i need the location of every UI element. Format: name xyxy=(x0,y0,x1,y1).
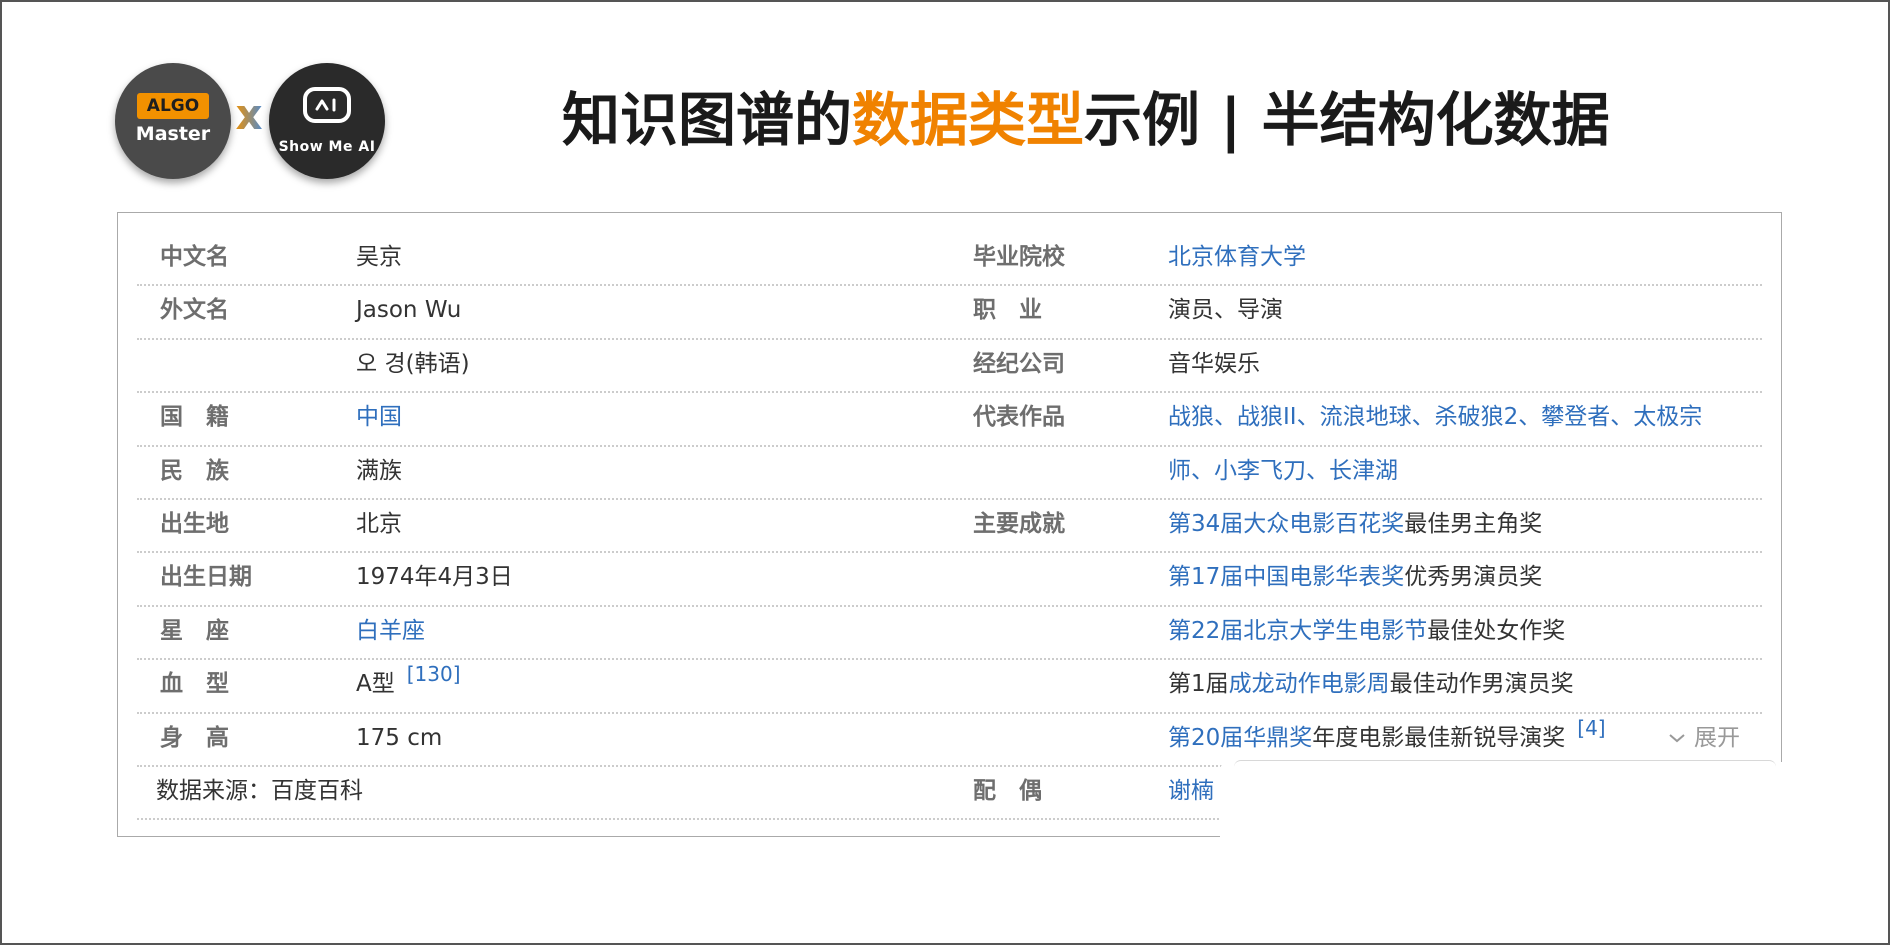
field-value-text: 演员、导演 xyxy=(1168,297,1283,324)
field-value-text: 满族 xyxy=(356,457,402,484)
field-value-link[interactable]: 谢楠 xyxy=(1168,778,1214,804)
slide-frame: ALGO Master x Show Me AI 知识图谱的数据类型示例 | 半… xyxy=(0,0,1890,945)
field-value-text: 吴京 xyxy=(356,244,402,270)
field-label: 主要成就 xyxy=(973,511,1065,537)
field-value-text: Jason Wu xyxy=(356,297,462,324)
expand-button[interactable]: 展开 xyxy=(1668,712,1740,765)
citation-ref[interactable]: [4] xyxy=(1577,716,1605,740)
title-part-2: 示例 | 半结构化数据 xyxy=(1084,86,1610,154)
robot-face-icon xyxy=(303,87,351,123)
field-label: 中文名 xyxy=(160,244,229,270)
field-value-text: 优秀男演员奖 xyxy=(1404,564,1543,591)
field-value: 战狼、战狼II、流浪地球、杀破狼2、攀登者、太极宗 xyxy=(1168,391,1702,444)
field-value: 175 cm xyxy=(356,712,442,765)
chevron-down-icon xyxy=(1668,725,1694,751)
master-word: Master xyxy=(135,123,211,145)
field-value-text: 最佳男主角奖 xyxy=(1404,511,1543,537)
field-label: 毕业院校 xyxy=(973,244,1065,270)
field-value-text: 年度电影最佳新锐导演奖 xyxy=(1312,724,1566,751)
field-value-text: 175 cm xyxy=(356,724,443,751)
page-title: 知识图谱的数据类型示例 | 半结构化数据 xyxy=(562,80,1610,160)
field-value[interactable]: 白羊座 xyxy=(356,605,425,658)
field-value-text: 最佳处女作奖 xyxy=(1427,617,1566,644)
field-value: 演员、导演 xyxy=(1168,284,1283,337)
field-value: 满族 xyxy=(356,445,402,498)
field-value-link[interactable]: 成龙动作电影周 xyxy=(1229,671,1390,697)
field-value: A型 [130] xyxy=(356,658,461,711)
show-me-ai-word: Show Me AI xyxy=(278,139,376,155)
field-value: 第22届北京大学生电影节最佳处女作奖 xyxy=(1168,605,1565,658)
field-value: 오 경(韩语) xyxy=(356,338,470,391)
field-value-link[interactable]: 第20届华鼎奖 xyxy=(1168,725,1312,751)
field-value-text: 音华娱乐 xyxy=(1168,350,1260,377)
field-value-link[interactable]: 中国 xyxy=(356,404,402,430)
field-value: 师、小李飞刀、长津湖 xyxy=(1168,445,1398,498)
logo-separator: x xyxy=(235,90,263,139)
field-value-text: 北京 xyxy=(356,511,402,537)
field-label: 职 业 xyxy=(973,297,1042,324)
field-value: 吴京 xyxy=(356,231,402,284)
field-value: 第1届成龙动作电影周最佳动作男演员奖 xyxy=(1168,658,1574,711)
algo-badge: ALGO xyxy=(137,93,209,119)
field-value-link[interactable]: 第22届北京大学生电影节 xyxy=(1168,618,1427,644)
overlay-mask xyxy=(1220,762,1782,862)
field-value: 1974年4月3日 xyxy=(356,551,513,604)
field-value: 谢楠 xyxy=(1168,765,1214,818)
show-me-ai-logo: Show Me AI xyxy=(269,63,385,179)
field-label: 国 籍 xyxy=(160,404,229,431)
field-value-text: 第1届 xyxy=(1168,671,1229,698)
expand-label: 展开 xyxy=(1694,724,1740,751)
field-label: 血 型 xyxy=(160,671,229,698)
title-part-1: 知识图谱的 xyxy=(562,86,853,154)
row-divider xyxy=(137,818,1227,821)
field-value-link[interactable]: 师、小李飞刀、长津湖 xyxy=(1168,458,1398,484)
field-value-text: 1974年4月3日 xyxy=(356,564,513,591)
algo-master-logo: ALGO Master xyxy=(115,63,231,179)
field-label: 民 族 xyxy=(160,457,229,484)
field-value-text: 오 경(韩语) xyxy=(356,350,470,377)
title-highlight: 数据类型 xyxy=(852,86,1085,154)
source-note: 数据来源：百度百科 xyxy=(156,778,363,804)
field-label: 星 座 xyxy=(160,617,229,644)
field-label: 出生日期 xyxy=(160,564,252,591)
field-value-link[interactable]: 第17届中国电影华表奖 xyxy=(1168,564,1404,590)
field-value: 第34届大众电影百花奖最佳男主角奖 xyxy=(1168,498,1542,551)
field-value: 北京体育大学 xyxy=(1168,231,1306,284)
field-value: Jason Wu xyxy=(356,284,461,337)
field-label: 身 高 xyxy=(160,724,229,751)
overlay-mask-edge xyxy=(1234,760,1776,767)
field-label: 出生地 xyxy=(160,511,229,537)
field-value[interactable]: 中国 xyxy=(356,391,402,444)
field-value-link[interactable]: 白羊座 xyxy=(356,618,425,644)
field-value-link[interactable]: 第34届大众电影百花奖 xyxy=(1168,511,1404,537)
field-label: 经纪公司 xyxy=(973,350,1065,377)
field-value: 北京 xyxy=(356,498,402,551)
field-value-text: 最佳动作男演员奖 xyxy=(1389,671,1574,698)
field-value-text: A型 xyxy=(356,671,395,698)
field-label: 配 偶 xyxy=(973,778,1042,804)
field-value: 第17届中国电影华表奖优秀男演员奖 xyxy=(1168,551,1542,604)
field-label: 外文名 xyxy=(160,297,229,324)
field-value: 音华娱乐 xyxy=(1168,338,1260,391)
field-value-link[interactable]: 战狼、战狼II、流浪地球、杀破狼2、攀登者、太极宗 xyxy=(1168,404,1702,430)
citation-ref[interactable]: [130] xyxy=(407,662,461,686)
field-label: 代表作品 xyxy=(973,404,1065,431)
field-value-link[interactable]: 北京体育大学 xyxy=(1168,244,1306,270)
field-value: 第20届华鼎奖年度电影最佳新锐导演奖 [4] xyxy=(1168,712,1606,765)
